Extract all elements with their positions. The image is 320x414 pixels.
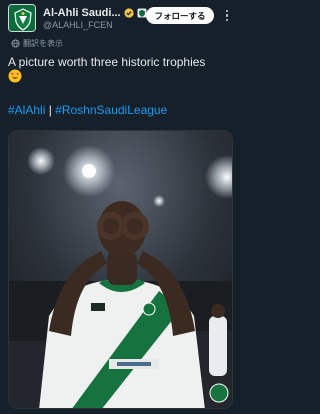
translate-link[interactable]: 翻訳を表示 — [11, 38, 63, 49]
display-name[interactable]: Al-Ahli Saudi... — [43, 7, 121, 19]
hashtag-link[interactable]: #AlAhli — [8, 103, 45, 117]
name-row: Al-Ahli Saudi... — [43, 6, 147, 20]
gold-verified-badge-icon — [124, 8, 134, 18]
tweet-header: Al-Ahli Saudi... @ALAHLI_FCEN フォローする — [0, 0, 240, 36]
hashtag-separator: | — [48, 103, 52, 117]
tweet-media-photo[interactable] — [8, 130, 233, 409]
follow-button[interactable]: フォローする — [146, 7, 214, 24]
hashtag-row: #AlAhli | #RoshnSaudiLeague — [8, 102, 167, 118]
player-celebration-photo-icon — [9, 131, 232, 408]
account-avatar[interactable] — [8, 4, 36, 32]
hashtag-link[interactable]: #RoshnSaudiLeague — [55, 103, 167, 117]
more-options-icon[interactable] — [220, 7, 234, 24]
globe-icon — [11, 39, 20, 48]
account-handle: @ALAHLI_FCEN — [43, 20, 113, 30]
heart-eyes-emoji-icon — [8, 69, 22, 83]
translate-label: 翻訳を表示 — [23, 39, 63, 48]
tweet-text: A picture worth three historic trophies — [8, 55, 206, 69]
al-ahli-crest-logo-icon — [9, 5, 35, 31]
